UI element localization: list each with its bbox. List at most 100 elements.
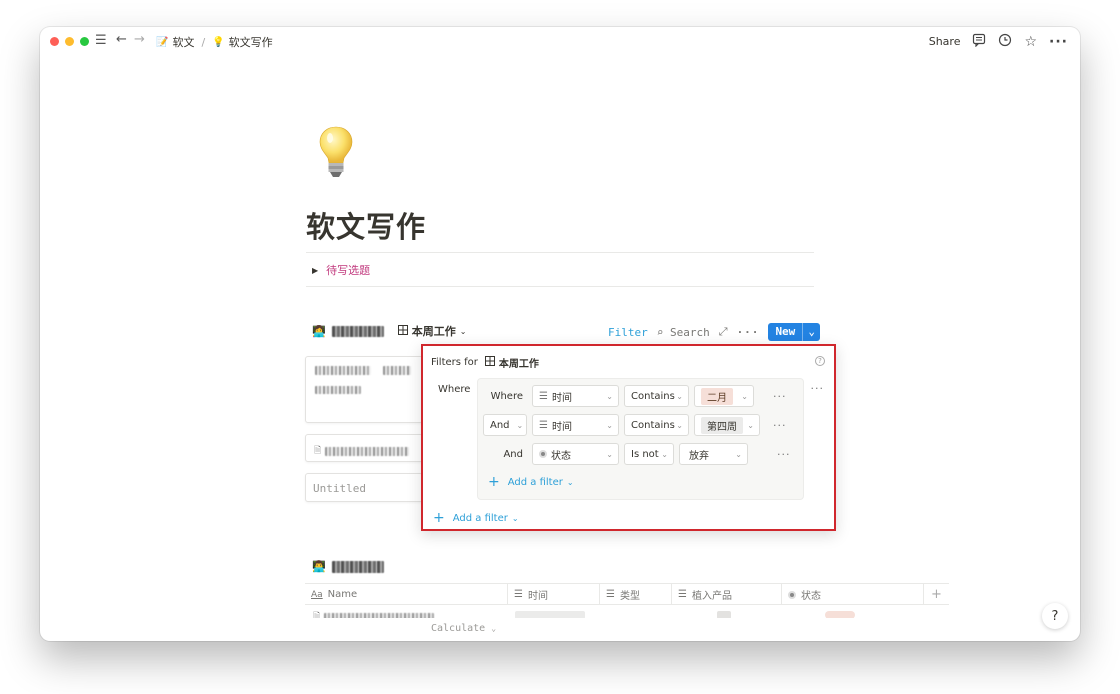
where-label: Where [438, 384, 471, 395]
list-icon: ☰ [539, 390, 548, 402]
expand-icon[interactable]: ⤢ [719, 325, 728, 339]
row-title-redacted [324, 612, 435, 618]
help-button[interactable]: ? [1042, 603, 1068, 629]
list-icon: ☰ [514, 589, 523, 600]
close-window-button[interactable] [50, 37, 59, 46]
table-row[interactable]: 🗎 [305, 606, 949, 618]
operator-label: Is not [631, 448, 659, 460]
filter-group: Where ☰ 时间 ⌄ Contains ⌄ 二月 ⌄ ··· And ⌄ ☰… [477, 378, 804, 500]
group-more-icon[interactable]: ··· [811, 382, 825, 395]
search-button[interactable]: ⌕ Search [657, 326, 710, 339]
board-card[interactable]: 🗎 [305, 434, 423, 462]
database-header: 👩‍💻 本周工作 ⌄ [312, 323, 466, 339]
untitled-card[interactable]: Untitled [305, 473, 423, 502]
column-header-product[interactable]: ☰ 植入产品 [672, 584, 782, 605]
operator-select[interactable]: Is not ⌄ [624, 443, 674, 465]
column-header-name[interactable]: Aa Name [305, 584, 508, 605]
history-clock-icon[interactable] [998, 33, 1012, 50]
operator-label: Contains [631, 419, 675, 431]
property-select[interactable]: 状态 ⌄ [532, 443, 619, 465]
new-dropdown-chevron-icon[interactable]: ⌄ [802, 323, 820, 341]
chevron-down-icon: ⌄ [491, 624, 497, 633]
person-pointing-icon: 👨‍💻 [312, 560, 326, 573]
status-icon [788, 590, 796, 599]
share-button[interactable]: Share [929, 35, 961, 48]
list-icon: ☰ [606, 589, 615, 600]
plus-icon: + [488, 474, 500, 490]
value-select[interactable]: 第四周 ⌄ [694, 414, 760, 436]
document-icon: 🗎 [313, 612, 321, 618]
property-select[interactable]: ☰ 时间 ⌄ [532, 385, 619, 407]
status-icon [539, 450, 547, 458]
column-label: 状态 [801, 591, 821, 602]
database-2-title-redacted[interactable] [331, 560, 384, 573]
rule-more-icon[interactable]: ··· [773, 419, 787, 432]
rule-conjunction: And [483, 443, 527, 465]
forward-arrow-icon[interactable]: → [134, 33, 145, 47]
page-lightbulb-icon[interactable] [318, 125, 354, 181]
card-subtitle-redacted [315, 386, 361, 394]
view-tab-current[interactable]: 本周工作 ⌄ [397, 323, 466, 339]
rule-more-icon[interactable]: ··· [777, 448, 791, 461]
column-header-type[interactable]: ☰ 类型 [600, 584, 672, 605]
property-label: 时间 [551, 392, 572, 404]
toggle-label[interactable]: 待写选题 [326, 262, 370, 278]
toggle-triangle-icon[interactable]: ▶ [312, 266, 318, 275]
table-header: Aa Name ☰ 时间 ☰ 类型 ☰ 植入产品 状态 + [305, 583, 949, 605]
filter-rule: And ⌄ ☰ 时间 ⌄ Contains ⌄ 第四周 ⌄ ··· [483, 414, 787, 436]
value-select[interactable]: 放弃 ⌄ [679, 443, 748, 465]
notion-window: ☰ ← → 📝 软文 / 💡 软文写作 Share ☆ ··· 软文写作 ▶ 待… [40, 27, 1080, 641]
view-name: 本周工作 [411, 325, 456, 338]
minimize-window-button[interactable] [65, 37, 74, 46]
maximize-window-button[interactable] [80, 37, 89, 46]
operator-select[interactable]: Contains ⌄ [624, 385, 689, 407]
value-tag: 二月 [701, 387, 733, 405]
breadcrumb-current[interactable]: 软文写作 [229, 34, 273, 50]
more-options-icon[interactable]: ··· [1049, 35, 1068, 49]
board-card[interactable] [305, 356, 423, 423]
add-column-plus-icon[interactable]: + [924, 584, 949, 604]
filter-button[interactable]: Filter [608, 326, 648, 339]
conjunction-label: And [503, 448, 523, 460]
filter-rule: And 状态 ⌄ Is not ⌄ 放弃 ⌄ ··· [483, 443, 791, 465]
table-view-icon [397, 324, 408, 338]
add-filter-label: Add a filter [452, 512, 508, 524]
help-circle-icon[interactable]: ? [815, 356, 825, 366]
column-header-time[interactable]: ☰ 时间 [508, 584, 600, 605]
property-label: 状态 [551, 450, 571, 462]
card-title-redacted [325, 446, 410, 456]
add-filter-in-group-button[interactable]: + Add a filter ⌄ [488, 474, 574, 490]
toggle-block[interactable]: ▶ 待写选题 [312, 262, 370, 278]
value-select[interactable]: 二月 ⌄ [694, 385, 754, 407]
filter-view-name: 本周工作 [498, 359, 539, 370]
new-button[interactable]: New ⌄ [768, 323, 820, 341]
calculate-button[interactable]: Calculate ⌄ [431, 623, 496, 634]
value-tag: 第四周 [701, 416, 743, 434]
add-filter-button[interactable]: + Add a filter ⌄ [433, 511, 519, 525]
back-arrow-icon[interactable]: ← [116, 33, 127, 47]
conjunction-label: Where [490, 390, 523, 402]
rule-more-icon[interactable]: ··· [773, 390, 787, 403]
top-actions: Share ☆ ··· [929, 33, 1068, 50]
new-label: New [775, 325, 796, 338]
page-title[interactable]: 软文写作 [306, 204, 426, 246]
list-icon: ☰ [539, 419, 548, 431]
list-icon: ☰ [678, 589, 687, 600]
more-icon[interactable]: ··· [737, 326, 760, 339]
conjunction-select[interactable]: And ⌄ [483, 414, 527, 436]
operator-select[interactable]: Contains ⌄ [624, 414, 689, 436]
property-select[interactable]: ☰ 时间 ⌄ [532, 414, 619, 436]
favorite-star-icon[interactable]: ☆ [1024, 35, 1037, 49]
column-label: Name [327, 589, 358, 600]
breadcrumb-parent[interactable]: 软文 [172, 34, 194, 50]
card-title-redacted [315, 366, 371, 375]
sidebar-menu-icon[interactable]: ☰ [95, 34, 107, 48]
filter-popup: Filters for 本周工作 ? Where ··· Where ☰ 时间 … [421, 344, 836, 531]
table-view-icon [484, 356, 495, 369]
rule-conjunction: Where [483, 385, 527, 407]
search-label: Search [670, 325, 710, 339]
database-title-redacted[interactable] [331, 325, 384, 337]
database-2-header: 👨‍💻 [312, 560, 384, 573]
comment-icon[interactable] [972, 33, 986, 50]
column-header-status[interactable]: 状态 [782, 584, 924, 605]
